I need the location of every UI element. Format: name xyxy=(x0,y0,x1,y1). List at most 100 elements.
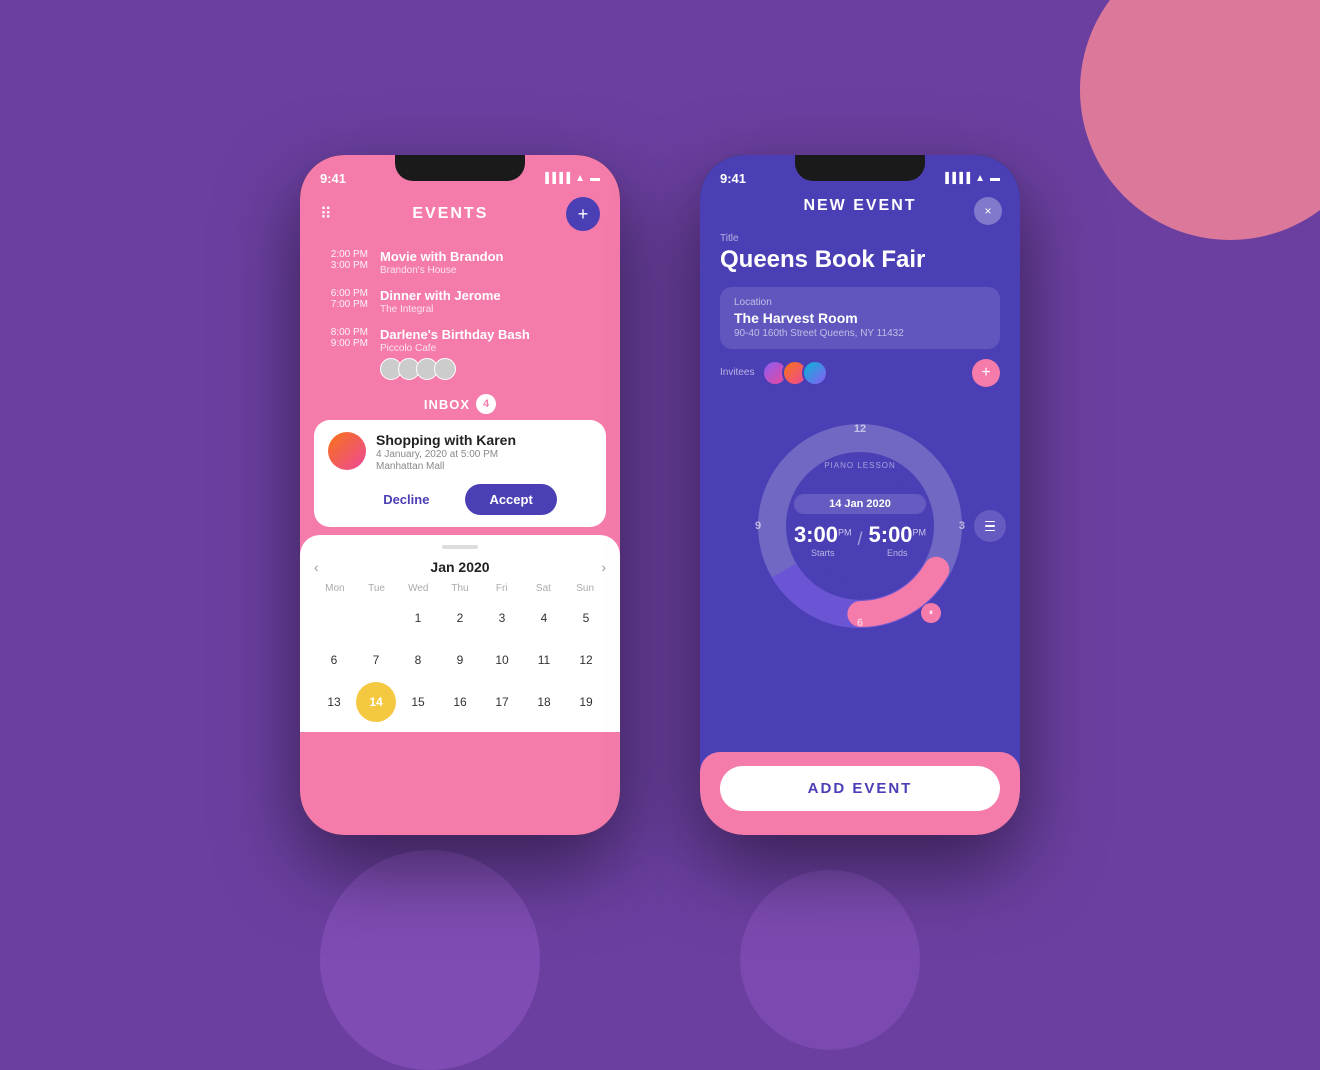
event-details-2: Dinner with Jerome The Integral xyxy=(380,288,501,315)
cal-day-5[interactable]: 5 xyxy=(566,598,606,638)
event-item-1: 2:00 PM 3:00 PM Movie with Brandon Brand… xyxy=(300,243,620,282)
end-time-main: 5:00 xyxy=(869,522,913,547)
clock-times: 3:00PM Starts / 5:00PM Ends xyxy=(794,522,926,558)
event-item-3: 8:00 PM 9:00 PM Darlene's Birthday Bash … xyxy=(300,321,620,386)
menu-line-3 xyxy=(985,530,995,532)
cal-day-19[interactable]: 19 xyxy=(566,682,606,722)
cal-day-16[interactable]: 16 xyxy=(440,682,480,722)
event-details-3: Darlene's Birthday Bash Piccolo Cafe xyxy=(380,327,530,380)
title-field-label: Title xyxy=(720,233,1000,244)
event-title-2: Dinner with Jerome xyxy=(380,288,501,303)
event-avatars-3 xyxy=(380,358,530,380)
new-event-form: Title Queens Book Fair Location The Harv… xyxy=(700,225,1020,407)
cal-day-9[interactable]: 9 xyxy=(440,640,480,680)
menu-line-2 xyxy=(985,525,995,527)
calendar-handle xyxy=(442,545,478,549)
cal-day-13[interactable]: 13 xyxy=(314,682,354,722)
calendar-nav: ‹ Jan 2020 › xyxy=(314,559,606,575)
battery-icon: ▬ xyxy=(590,173,600,184)
clock-wheel[interactable]: 12 3 6 9 PIANO LESSON ⏸ 14 Jan 2020 xyxy=(745,411,975,641)
notch-2 xyxy=(795,155,925,181)
decline-button[interactable]: Decline xyxy=(363,484,449,515)
cal-next-button[interactable]: › xyxy=(601,559,606,575)
event-location-3: Piccolo Cafe xyxy=(380,343,530,354)
clock-end-handle[interactable]: ⏸ xyxy=(921,603,941,623)
menu-dots-icon[interactable]: ⠿ xyxy=(320,204,335,224)
location-address: 90-40 160th Street Queens, NY 11432 xyxy=(734,328,986,339)
event-start-time-3: 8:00 PM xyxy=(320,327,368,338)
signal-icon-2: ▐▐▐▐ xyxy=(942,173,970,184)
bg-decoration-circle-top xyxy=(1080,0,1320,240)
inbox-sender-avatar xyxy=(328,432,366,470)
cal-day-12[interactable]: 12 xyxy=(566,640,606,680)
cal-day-6[interactable]: 6 xyxy=(314,640,354,680)
phone-new-event: 9:41 ▐▐▐▐ ▲ ▬ NEW EVENT × Title Queens B… xyxy=(700,155,1020,835)
inbox-card: Shopping with Karen 4 January, 2020 at 5… xyxy=(314,420,606,527)
add-event-button[interactable]: ADD EVENT xyxy=(720,766,1000,811)
cal-day-11[interactable]: 11 xyxy=(524,640,564,680)
cal-day-15[interactable]: 15 xyxy=(398,682,438,722)
cal-day-7[interactable]: 7 xyxy=(356,640,396,680)
cal-day-3[interactable]: 3 xyxy=(482,598,522,638)
clock-num-6: 6 xyxy=(857,617,863,629)
calendar-days-header: Mon Tue Wed Thu Fri Sat Sun xyxy=(314,583,606,594)
cal-day-17[interactable]: 17 xyxy=(482,682,522,722)
day-header-thu: Thu xyxy=(439,583,481,594)
end-time-display: 5:00PM xyxy=(869,522,927,548)
end-period: PM xyxy=(913,527,927,537)
cal-day-2[interactable]: 2 xyxy=(440,598,480,638)
add-event-button[interactable]: + xyxy=(566,197,600,231)
cal-prev-button[interactable]: ‹ xyxy=(314,559,319,575)
event-location-1: Brandon's House xyxy=(380,265,504,276)
event-location-2: The Integral xyxy=(380,304,501,315)
events-page-title: EVENTS xyxy=(412,205,488,223)
cal-day-8[interactable]: 8 xyxy=(398,640,438,680)
event-end-time-3: 9:00 PM xyxy=(320,338,368,349)
location-field[interactable]: Location The Harvest Room 90-40 160th St… xyxy=(720,287,1000,349)
status-icons-1: ▐▐▐▐ ▲ ▬ xyxy=(542,173,600,184)
event-end-time-1: 3:00 PM xyxy=(320,260,368,271)
cal-day-1[interactable]: 1 xyxy=(398,598,438,638)
bg-decoration-circle-bottom-left xyxy=(320,850,540,1070)
calendar-grid: 1 2 3 4 5 6 7 8 9 10 11 12 13 xyxy=(314,598,606,722)
notch xyxy=(395,155,525,181)
start-period: PM xyxy=(838,527,852,537)
new-event-header: NEW EVENT × xyxy=(700,193,1020,225)
inbox-event-title: Shopping with Karen xyxy=(376,432,516,448)
clock-wheel-container: 12 3 6 9 PIANO LESSON ⏸ 14 Jan 2020 xyxy=(700,411,1020,641)
close-button[interactable]: × xyxy=(974,197,1002,225)
start-time-block: 3:00PM Starts xyxy=(794,522,852,558)
calendar-month: Jan 2020 xyxy=(430,559,489,575)
accept-button[interactable]: Accept xyxy=(465,484,556,515)
inbox-event-location: Manhattan Mall xyxy=(376,461,516,472)
calendar-section: ‹ Jan 2020 › Mon Tue Wed Thu Fri Sat Sun xyxy=(300,535,620,732)
event-end-time-2: 7:00 PM xyxy=(320,299,368,310)
day-header-sat: Sat xyxy=(523,583,565,594)
inbox-card-actions: Decline Accept xyxy=(328,484,592,515)
inbox-section: INBOX 4 xyxy=(300,386,620,420)
cal-day-18[interactable]: 18 xyxy=(524,682,564,722)
cal-day-10[interactable]: 10 xyxy=(482,640,522,680)
inbox-card-top: Shopping with Karen 4 January, 2020 at 5… xyxy=(328,432,592,472)
invitees-row: Invitees + xyxy=(720,359,1000,387)
status-icons-2: ▐▐▐▐ ▲ ▬ xyxy=(942,173,1000,184)
signal-icon: ▐▐▐▐ xyxy=(542,173,570,184)
invitees-left: Invitees xyxy=(720,360,822,386)
cal-day-14-today[interactable]: 14 xyxy=(356,682,396,722)
day-header-tue: Tue xyxy=(356,583,398,594)
day-header-fri: Fri xyxy=(481,583,523,594)
event-name-display[interactable]: Queens Book Fair xyxy=(720,246,1000,275)
events-header: ⠿ EVENTS + xyxy=(300,193,620,243)
clock-num-3: 3 xyxy=(959,520,965,532)
inbox-count-badge: 4 xyxy=(476,394,496,414)
event-time-1: 2:00 PM 3:00 PM xyxy=(320,249,368,271)
invitees-label: Invitees xyxy=(720,367,754,378)
new-event-title: NEW EVENT xyxy=(803,197,916,215)
clock-num-9: 9 xyxy=(755,520,761,532)
event-title-3: Darlene's Birthday Bash xyxy=(380,327,530,342)
cal-day-4[interactable]: 4 xyxy=(524,598,564,638)
avatar-4 xyxy=(434,358,456,380)
inbox-event-date: 4 January, 2020 at 5:00 PM xyxy=(376,449,516,460)
clock-menu-button[interactable] xyxy=(974,510,1006,542)
add-invitee-button[interactable]: + xyxy=(972,359,1000,387)
